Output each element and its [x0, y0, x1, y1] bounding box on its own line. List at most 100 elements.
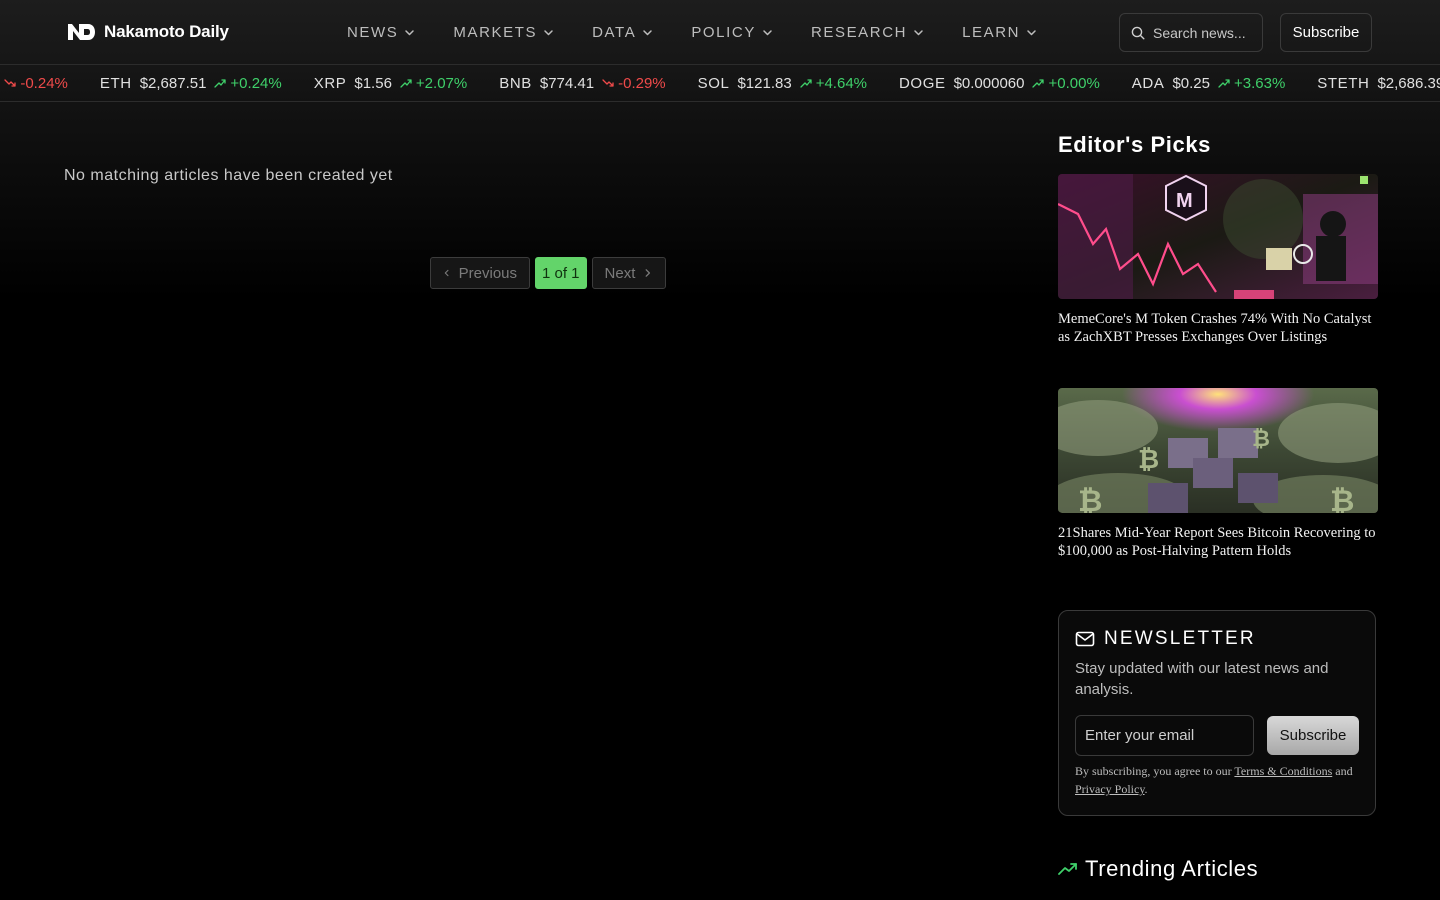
chevron-right-icon [645, 269, 651, 277]
ticker-change-value: +0.00% [1048, 74, 1100, 92]
sidebar: Editor's Picks M MemeCore's M Token Cras… [1058, 102, 1378, 900]
editors-pick-card[interactable]: M MemeCore's M Token Crashes 74% With No… [1058, 174, 1378, 346]
next-page-button[interactable]: Next [591, 257, 666, 289]
ticker-change: +3.63% [1218, 75, 1285, 92]
nd-logo-icon [68, 24, 95, 40]
ticker-symbol: ETH [99, 74, 132, 92]
newsletter-legal: By subscribing, you agree to our Terms &… [1075, 762, 1365, 798]
ticker-change: +4.64% [800, 75, 867, 92]
newsletter-subscribe-button[interactable]: Subscribe [1267, 716, 1359, 755]
pick-title[interactable]: 21Shares Mid-Year Report Sees Bitcoin Re… [1058, 524, 1378, 560]
ticker-change: +0.00% [1032, 74, 1100, 92]
brand-logo[interactable]: Nakamoto Daily [67, 20, 229, 44]
chevron-down-icon [914, 29, 923, 35]
svg-text:₿: ₿ [1138, 444, 1159, 474]
chevron-left-icon [444, 269, 449, 277]
nav-item-policy[interactable]: POLICY [691, 24, 773, 41]
pick-title[interactable]: MemeCore's M Token Crashes 74% With No C… [1058, 310, 1378, 346]
ticker-change-value: +0.24% [230, 74, 282, 92]
pick-thumbnail[interactable]: ₿ ₿ ₿ ₿ [1058, 388, 1378, 513]
chevron-down-icon [763, 29, 772, 35]
svg-text:₿: ₿ [1078, 485, 1102, 513]
newsletter-description: Stay updated with our latest news and an… [1075, 660, 1329, 698]
email-field[interactable] [1075, 715, 1254, 756]
nav-item-label: MARKETS [453, 23, 538, 41]
ticker-price: $0.25 [1172, 74, 1210, 92]
header-subscribe-button[interactable]: Subscribe [1280, 13, 1372, 52]
ticker-track: 0-0.24% ETH $2,687.51 +0.24% XRP $1.56 +2.07% B… [0, 65, 1440, 101]
trend-up-icon [800, 79, 812, 88]
nav-item-news[interactable]: NEWS [347, 24, 415, 41]
nav-item-research[interactable]: RESEARCH [811, 24, 924, 41]
main-content: No matching articles have been created y… [0, 102, 1040, 900]
trending-title: Trending Articles [1085, 856, 1259, 881]
terms-link[interactable]: Terms & Conditions [1234, 764, 1332, 778]
ticker-price: $2,686.39 [1377, 74, 1440, 92]
main-nav: NEWS MARKETS DATA POLICY RESEARCH LEARN [347, 22, 1075, 42]
nav-item-learn[interactable]: LEARN [962, 24, 1037, 41]
ticker-change: -0.29% [602, 75, 666, 92]
ticker-item[interactable]: 0-0.24% [0, 75, 68, 92]
mail-icon [1075, 631, 1095, 647]
chevron-down-icon [1027, 29, 1036, 35]
ticker-symbol: ADA [1131, 74, 1165, 92]
nav-item-label: POLICY [691, 23, 756, 41]
svg-text:₿: ₿ [1252, 426, 1270, 451]
ticker-change-value: -0.29% [618, 74, 666, 92]
previous-page-button[interactable]: Previous [430, 257, 530, 289]
nav-item-label: NEWS [347, 23, 399, 41]
trend-up-icon [214, 79, 227, 88]
legal-and: and [1332, 764, 1353, 778]
ticker-item[interactable]: ADA $0.25 +3.63% [1132, 75, 1286, 92]
ticker-symbol: XRP [313, 74, 347, 92]
ticker-change-value: +2.07% [415, 74, 468, 92]
privacy-link[interactable]: Privacy Policy [1075, 782, 1145, 796]
nav-item-label: DATA [592, 23, 637, 41]
trend-down-icon [4, 79, 16, 87]
ticker-item[interactable]: XRP $1.56 +2.07% [314, 75, 468, 92]
trend-up-icon [400, 79, 412, 88]
chevron-down-icon [544, 29, 553, 35]
site-header: Nakamoto Daily NEWS MARKETS DATA POLICY RESE… [0, 0, 1440, 64]
nav-item-label: RESEARCH [810, 23, 908, 41]
ticker-item[interactable]: ETH $2,687.51 +0.24% [100, 75, 282, 92]
newsletter-box: NEWSLETTER Stay updated with our latest … [1058, 610, 1376, 816]
ticker-change: +2.07% [400, 75, 467, 92]
pick-thumbnail[interactable]: M [1058, 174, 1378, 299]
trend-down-icon [602, 79, 614, 87]
brand-name: Nakamoto Daily [104, 22, 229, 41]
ticker-symbol: DOGE [899, 74, 946, 92]
svg-text:M: M [1176, 190, 1193, 212]
ticker-item[interactable]: DOGE $0.000060 +0.00% [899, 75, 1100, 92]
empty-state-message: No matching articles have been created y… [64, 167, 393, 184]
newsletter-header: NEWSLETTER [1075, 628, 1256, 650]
search-icon [1131, 26, 1145, 40]
ticker-change-value: -0.24% [20, 74, 68, 92]
ticker-symbol: STETH [1317, 74, 1370, 92]
trend-up-icon [1218, 79, 1230, 88]
nav-item-markets[interactable]: MARKETS [453, 24, 554, 41]
trending-icon [1058, 863, 1077, 875]
ticker-item[interactable]: STETH $2,686.39 [1317, 75, 1440, 92]
ticker-symbol: BNB [499, 74, 532, 92]
nav-item-data[interactable]: DATA [592, 24, 653, 41]
legal-suffix: . [1144, 782, 1148, 796]
ticker-price: $2,687.51 [139, 74, 207, 92]
editors-pick-card[interactable]: ₿ ₿ ₿ ₿ 21Shares Mid-Year Report Sees Bi… [1058, 388, 1378, 560]
search-box[interactable]: Search news... [1119, 13, 1263, 52]
svg-text:₿: ₿ [1330, 485, 1354, 513]
ticker-change: +0.24% [214, 74, 282, 92]
price-ticker: 0-0.24% ETH $2,687.51 +0.24% XRP $1.56 +2.07% B… [0, 64, 1440, 102]
next-label: Next [604, 264, 636, 282]
ticker-item[interactable]: BNB $774.41 -0.29% [499, 75, 665, 92]
trending-header: Trending Articles [1058, 856, 1258, 882]
ticker-change-value: +3.63% [1233, 74, 1286, 92]
newsletter-title: NEWSLETTER [1104, 628, 1256, 649]
ticker-item[interactable]: SOL $121.83 +4.64% [698, 75, 867, 92]
nav-item-label: LEARN [962, 23, 1021, 41]
ticker-change: -0.24% [4, 75, 68, 92]
ticker-price: $121.83 [737, 74, 792, 92]
trend-up-icon [1032, 79, 1045, 88]
current-page-indicator: 1 of 1 [535, 257, 587, 289]
legal-prefix: By subscribing, you agree to our [1075, 764, 1235, 778]
